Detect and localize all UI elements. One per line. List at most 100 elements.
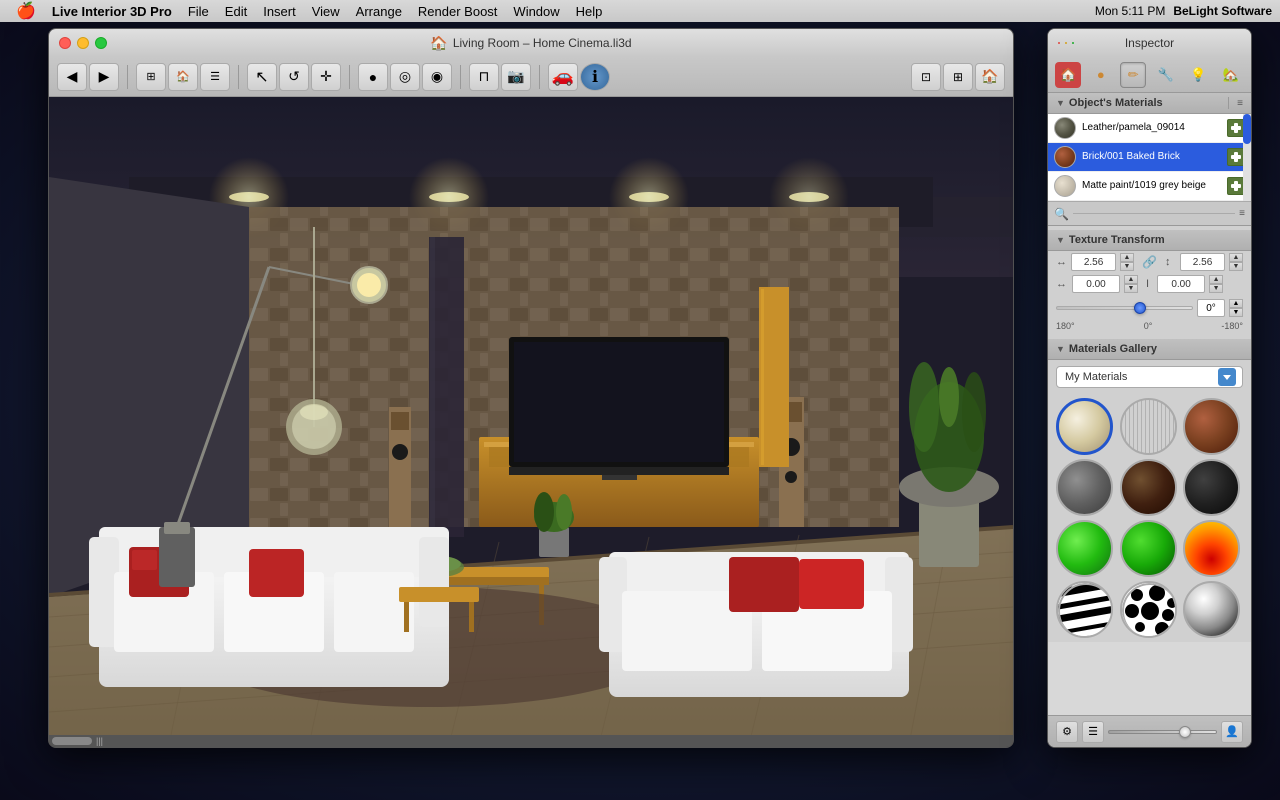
offset-y-stepper[interactable]: ▲ ▼ <box>1209 275 1223 293</box>
3d-viewport[interactable] <box>49 97 1013 745</box>
material-item-leather[interactable]: Leather/pamela_09014 <box>1048 114 1251 143</box>
gallery-item-verydark[interactable] <box>1183 459 1240 516</box>
forward-button[interactable]: ▶ <box>89 63 119 91</box>
material-item-matte[interactable]: Matte paint/1019 grey beige <box>1048 172 1251 201</box>
material-swatch-leather <box>1054 117 1076 139</box>
camera-btn[interactable]: 📷 <box>501 63 531 91</box>
iso-view-btn[interactable]: ⊞ <box>943 63 973 91</box>
2d-view-button[interactable]: ⊞ <box>136 63 166 91</box>
bottom-size-slider[interactable] <box>1108 730 1217 734</box>
menu-arrange[interactable]: Arrange <box>348 0 410 22</box>
scale-x-stepper[interactable]: ▲ ▼ <box>1120 253 1134 271</box>
scrollbar-thumb[interactable] <box>52 737 92 745</box>
gallery-item-green1[interactable] <box>1056 520 1113 577</box>
gallery-item-wood1[interactable] <box>1120 398 1177 455</box>
scale-y-up[interactable]: ▲ <box>1229 253 1243 262</box>
offset-y-up[interactable]: ▲ <box>1209 275 1223 284</box>
material-swatch-matte <box>1054 175 1076 197</box>
select-tool[interactable]: ↖ <box>247 63 277 91</box>
scale-y-input[interactable]: 2.56 <box>1180 253 1225 271</box>
gallery-item-cream[interactable] <box>1056 398 1113 455</box>
inspector-tab-sphere[interactable]: ● <box>1088 62 1114 88</box>
menu-view[interactable]: View <box>304 0 348 22</box>
gallery-item-green2[interactable] <box>1120 520 1177 577</box>
bottom-list-btn[interactable]: ☰ <box>1082 721 1104 743</box>
link-icon[interactable]: 🔗 <box>1142 255 1157 269</box>
pan-tool[interactable]: ↺ <box>279 63 309 91</box>
inspector-tab-edit[interactable]: ✏ <box>1120 62 1146 88</box>
render-btn3[interactable]: ◉ <box>422 63 452 91</box>
list-view-button[interactable]: ☰ <box>200 63 230 91</box>
move-tool[interactable]: ✛ <box>311 63 341 91</box>
gallery-item-fire[interactable] <box>1183 520 1240 577</box>
render-btn1[interactable]: ● <box>358 63 388 91</box>
angle-down[interactable]: ▼ <box>1229 308 1243 317</box>
inspector-tab-materials[interactable]: 🔧 <box>1153 62 1179 88</box>
gallery-item-concrete[interactable] <box>1056 459 1113 516</box>
angle-up[interactable]: ▲ <box>1229 299 1243 308</box>
offset-x-down[interactable]: ▼ <box>1124 284 1138 293</box>
menu-render-boost[interactable]: Render Boost <box>410 0 506 22</box>
angle-slider[interactable] <box>1056 306 1193 310</box>
material-item-brick[interactable]: Brick/001 Baked Brick <box>1048 143 1251 172</box>
texture-transform-header: ▼ Texture Transform <box>1048 230 1251 251</box>
home-view-btn[interactable]: 🏠 <box>975 63 1005 91</box>
materials-menu-btn[interactable]: ≡ <box>1237 98 1243 109</box>
maximize-button[interactable] <box>95 37 107 49</box>
menu-edit[interactable]: Edit <box>217 0 255 22</box>
gallery-item-spots[interactable] <box>1120 581 1177 638</box>
angle-stepper[interactable]: ▲ ▼ <box>1229 299 1243 317</box>
offset-y-input[interactable]: 0.00 <box>1157 275 1205 293</box>
gallery-item-brick-mat[interactable] <box>1183 398 1240 455</box>
toolbar-sep-3 <box>349 65 350 89</box>
offset-y-down[interactable]: ▼ <box>1209 284 1223 293</box>
gallery-item-zebra[interactable] <box>1056 581 1113 638</box>
gallery-item-chrome[interactable] <box>1183 581 1240 638</box>
close-button[interactable] <box>59 37 71 49</box>
main-toolbar: ◀ ▶ ⊞ 🏠 ☰ ↖ ↺ ✛ ● ◎ ◉ ⊓ 📷 🚗 ℹ <box>49 57 1013 97</box>
materials-scrollthumb[interactable] <box>1243 114 1251 144</box>
menu-window[interactable]: Window <box>505 0 567 22</box>
menu-app[interactable]: Live Interior 3D Pro <box>44 0 180 22</box>
search-icon[interactable]: 🔍 <box>1054 207 1069 221</box>
filter-menu-btn[interactable]: ≡ <box>1239 208 1245 219</box>
render-btn2[interactable]: ◎ <box>390 63 420 91</box>
scale-x-up[interactable]: ▲ <box>1120 253 1134 262</box>
inspector-close[interactable] <box>1058 42 1060 44</box>
angle-row: 0° ▲ ▼ <box>1048 295 1251 321</box>
3d-view-button[interactable]: 🏠 <box>168 63 198 91</box>
materials-scrollbar[interactable] <box>1243 114 1251 201</box>
menu-file[interactable]: File <box>180 0 217 22</box>
angle-slider-thumb[interactable] <box>1134 302 1146 314</box>
bottom-settings-btn[interactable]: ⚙ <box>1056 721 1078 743</box>
angle-value[interactable]: 0° <box>1197 299 1225 317</box>
horizontal-scrollbar[interactable]: ||| <box>49 735 1013 747</box>
angle-mid-label: 0° <box>1144 321 1153 331</box>
obj-btn1[interactable]: 🚗 <box>548 63 578 91</box>
info-btn[interactable]: ℹ <box>580 63 610 91</box>
inspector-minimize[interactable] <box>1065 42 1067 44</box>
inspector-tab-light[interactable]: 💡 <box>1185 62 1211 88</box>
apple-menu[interactable]: 🍎 <box>8 0 44 22</box>
scale-x-down[interactable]: ▼ <box>1120 262 1134 271</box>
inspector-tab-scene[interactable]: 🏡 <box>1218 62 1244 88</box>
inspector-tab-home[interactable]: 🏠 <box>1055 62 1081 88</box>
bottom-slider-thumb[interactable] <box>1179 726 1191 738</box>
gallery-item-darkwood[interactable] <box>1120 459 1177 516</box>
menu-insert[interactable]: Insert <box>255 0 304 22</box>
offset-x-up[interactable]: ▲ <box>1124 275 1138 284</box>
scale-y-down[interactable]: ▼ <box>1229 262 1243 271</box>
offset-x-stepper[interactable]: ▲ ▼ <box>1124 275 1138 293</box>
back-button[interactable]: ◀ <box>57 63 87 91</box>
offset-x-input[interactable]: 0.00 <box>1072 275 1120 293</box>
materials-gallery-dropdown[interactable]: My Materials <box>1056 366 1243 388</box>
inspector-maximize[interactable] <box>1072 42 1074 44</box>
scale-x-input[interactable]: 2.56 <box>1071 253 1116 271</box>
texture-transform-section: ▼ Texture Transform ↔ 2.56 ▲ ▼ 🔗 ↕ 2.56 … <box>1048 226 1251 339</box>
top-view-btn[interactable]: ⊡ <box>911 63 941 91</box>
menu-help[interactable]: Help <box>568 0 611 22</box>
walls-btn[interactable]: ⊓ <box>469 63 499 91</box>
scale-y-stepper[interactable]: ▲ ▼ <box>1229 253 1243 271</box>
bottom-person-btn[interactable]: 👤 <box>1221 721 1243 743</box>
minimize-button[interactable] <box>77 37 89 49</box>
